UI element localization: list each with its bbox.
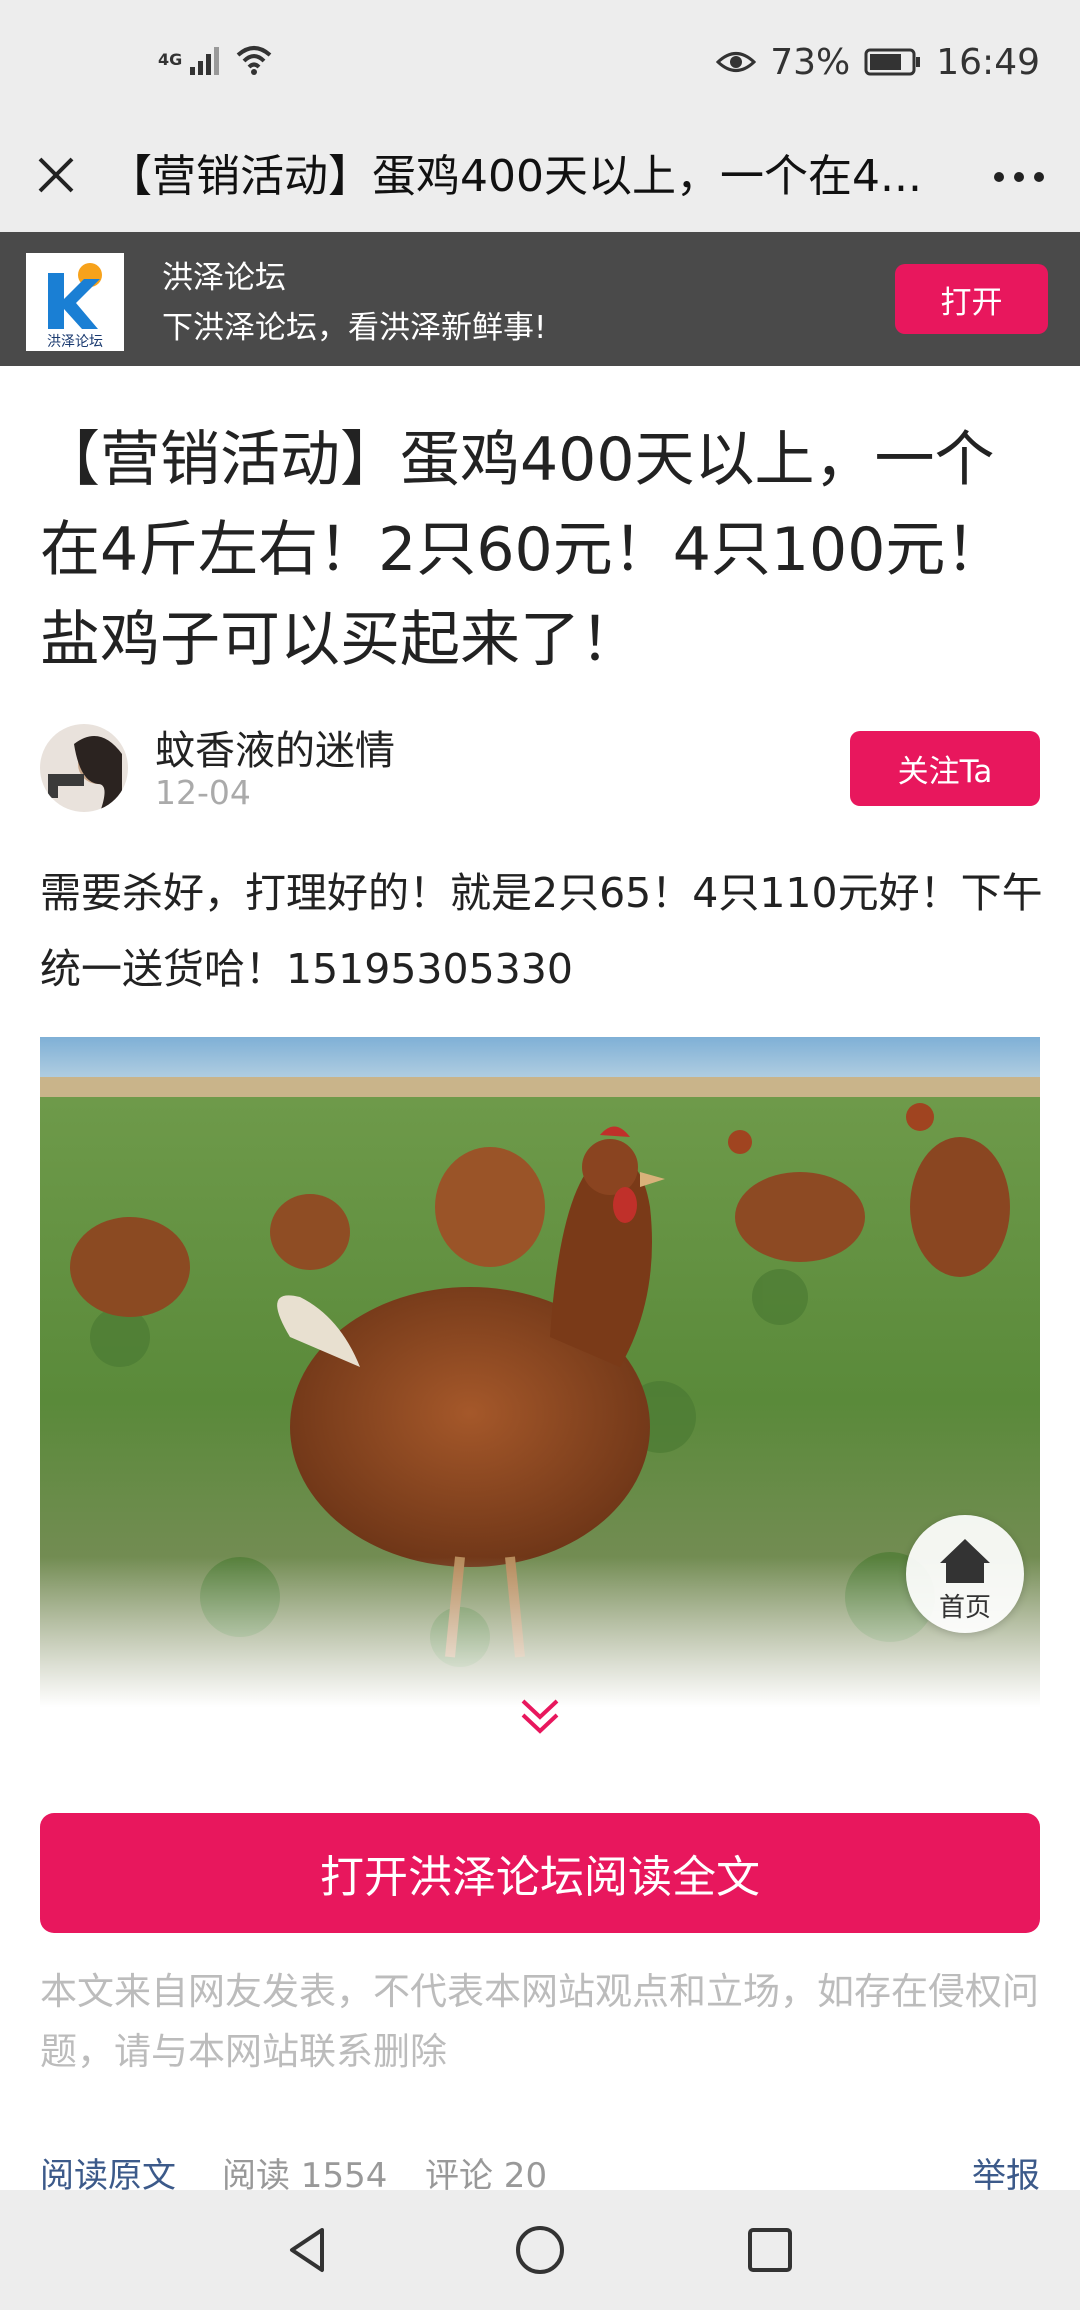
article-title: 【营销活动】蛋鸡400天以上，一个在4斤左右！2只60元！4只100元！盐鸡子可… (40, 425, 1006, 675)
status-icons-left: 4G (158, 40, 274, 80)
back-icon[interactable] (278, 2220, 338, 2280)
wifi-icon (236, 46, 272, 75)
post-date: 12-04 (155, 773, 251, 812)
app-download-banner: 洪泽论坛 洪泽论坛 下洪泽论坛，看洪泽新鲜事! 打开 (0, 232, 1080, 366)
eye-comfort-icon (716, 52, 757, 72)
more-dot-icon (1034, 172, 1044, 182)
read-full-article-button[interactable]: 打开洪泽论坛阅读全文 (40, 1813, 1040, 1933)
open-app-button[interactable]: 打开 (895, 264, 1048, 334)
network-type-label: 4G (158, 50, 183, 69)
battery-icon (864, 48, 921, 76)
page-title: 【营销活动】蛋鸡400天以上，一个在4... (108, 151, 922, 202)
banner-app-name: 洪泽论坛 (162, 260, 286, 296)
clock-time: 16:49 (936, 41, 1040, 83)
banner-slogan: 下洪泽论坛，看洪泽新鲜事! (162, 310, 547, 346)
disclaimer-text: 本文来自网友发表，不代表本网站观点和立场，如存在侵权问题，请与本网站联系删除 (40, 1970, 1039, 2073)
follow-button[interactable]: 关注Ta (850, 731, 1040, 806)
app-logo-text: 洪泽论坛 (47, 334, 103, 350)
system-nav-bar (0, 2190, 1080, 2310)
status-icons-right: 73% 16:49 (716, 38, 1040, 86)
more-options-button[interactable] (984, 147, 1054, 207)
home-label: 首页 (938, 1593, 991, 1623)
home-nav-icon[interactable] (510, 2220, 570, 2280)
app-logo-mark: 洪泽论坛 (47, 263, 103, 350)
article-image[interactable] (40, 1037, 1040, 1707)
battery-percent: 73% (770, 41, 851, 83)
article-body: 需要杀好，打理好的！就是2只65！4只110元好！下午统一送货哈！1519530… (40, 869, 1043, 993)
title-bar: 【营销活动】蛋鸡400天以上，一个在4... (0, 125, 1080, 232)
more-dot-icon (994, 172, 1004, 182)
home-button[interactable]: 首页 (906, 1515, 1024, 1633)
cell-signal-icon (190, 47, 219, 75)
more-dot-icon (1014, 172, 1024, 182)
status-bar: 4G 73% 16:49 (0, 0, 1080, 125)
author-name[interactable]: 蚊香液的迷情 (155, 718, 395, 776)
avatar[interactable] (40, 724, 128, 812)
chevron-down-icon[interactable] (515, 1693, 565, 1743)
app-logo: 洪泽论坛 (26, 253, 124, 351)
recents-icon[interactable] (740, 2220, 800, 2280)
home-icon (940, 1539, 990, 1583)
close-icon[interactable] (26, 145, 86, 205)
